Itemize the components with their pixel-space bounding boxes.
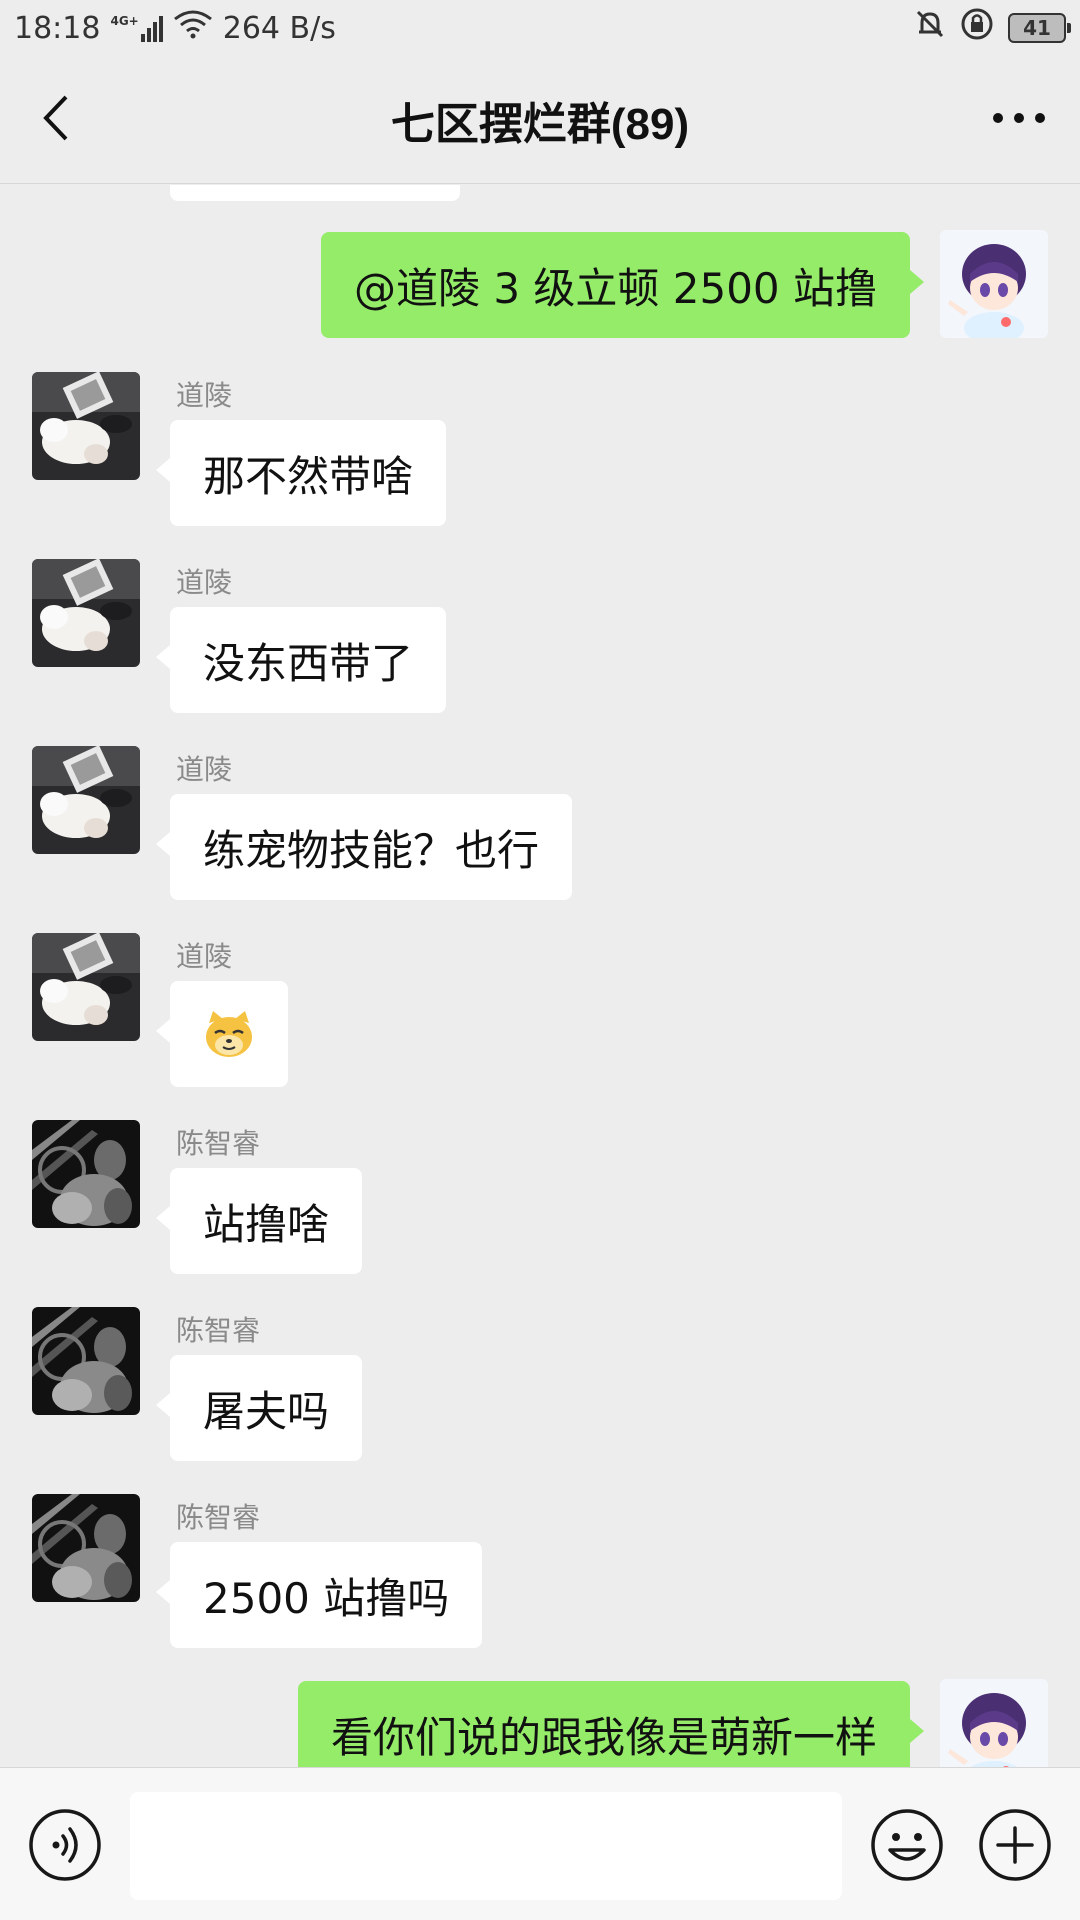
message-text: 那不然带啥 [203, 451, 414, 501]
chat-title: 七区摆烂群(89) [390, 99, 690, 149]
message-bubble[interactable]: 那不然带啥 [155, 420, 447, 526]
message-row: 陈智睿 屠夫吗 [0, 1305, 1080, 1465]
sender-name: 陈智睿 [176, 1127, 261, 1160]
message-text: 看你们说的跟我像是萌新一样 [330, 1712, 877, 1762]
message-text: 站撸啥 [203, 1199, 330, 1249]
voice-icon [29, 1809, 101, 1881]
message-bubble[interactable]: 没东西带了 [155, 607, 447, 713]
avatar-chenzhirui[interactable] [32, 1120, 140, 1228]
avatar-chenzhirui[interactable] [32, 1494, 140, 1602]
message-text: 屠夫吗 [203, 1386, 330, 1436]
input-bar [0, 1767, 1080, 1920]
emoji-button[interactable] [870, 1808, 944, 1882]
rotation-lock-icon [960, 7, 994, 49]
sender-name: 道陵 [176, 566, 233, 599]
message-input[interactable] [130, 1792, 842, 1900]
message-bubble-partial [170, 185, 460, 201]
avatar-daoling[interactable] [32, 372, 140, 480]
sender-name: 道陵 [176, 379, 233, 412]
network-icon: 4G+ [110, 14, 163, 42]
mute-bell-icon [914, 8, 946, 48]
message-bubble[interactable]: @道陵 3 级立顿 2500 站撸 [320, 232, 925, 338]
message-bubble[interactable]: 看你们说的跟我像是萌新一样 [297, 1681, 925, 1767]
chevron-left-icon [43, 95, 68, 141]
message-text: @道陵 3 级立顿 2500 站撸 [353, 263, 877, 313]
network-type: 4G+ [110, 14, 139, 28]
network-speed: 264 B/s [222, 10, 336, 46]
plus-icon [979, 1809, 1051, 1881]
battery-icon: 41 [1008, 13, 1071, 43]
avatar-self[interactable] [940, 230, 1048, 338]
doge-emoji-icon [206, 1011, 252, 1057]
message-row: 道陵 练宠物技能？也行 [0, 744, 1080, 904]
message-row: 看你们说的跟我像是萌新一样 [0, 1679, 1080, 1767]
avatar-chenzhirui[interactable] [32, 1307, 140, 1415]
emoji-icon [871, 1809, 943, 1881]
message-row: 道陵 [0, 931, 1080, 1091]
message-bubble[interactable]: 2500 站撸吗 [155, 1542, 483, 1648]
status-bar: 18:18 4G+ 264 B/s 41 [0, 0, 1080, 56]
message-bubble[interactable]: 练宠物技能？也行 [155, 794, 573, 900]
avatar-self[interactable] [940, 1679, 1048, 1767]
avatar-daoling[interactable] [32, 746, 140, 854]
message-row: 陈智睿 2500 站撸吗 [0, 1492, 1080, 1652]
message-row: 道陵 那不然带啥 [0, 370, 1080, 530]
message-row: @道陵 3 级立顿 2500 站撸 [0, 230, 1080, 340]
wifi-icon [173, 9, 213, 47]
message-text: 没东西带了 [203, 638, 414, 688]
message-bubble[interactable]: 站撸啥 [155, 1168, 363, 1274]
voice-button[interactable] [28, 1808, 102, 1882]
sender-name: 道陵 [176, 940, 233, 973]
message-row: 陈智睿 站撸啥 [0, 1118, 1080, 1278]
chat-header: 七区摆烂群(89) [0, 56, 1080, 184]
chat-area[interactable]: @道陵 3 级立顿 2500 站撸 道陵 那不然带啥 道陵 没东西带了 道陵 练… [0, 185, 1080, 1767]
more-button[interactable] [984, 90, 1054, 146]
back-button[interactable] [28, 90, 84, 146]
message-bubble[interactable]: 屠夫吗 [155, 1355, 363, 1461]
plus-button[interactable] [978, 1808, 1052, 1882]
sender-name: 道陵 [176, 753, 233, 786]
message-row: 道陵 没东西带了 [0, 557, 1080, 717]
sender-name: 陈智睿 [176, 1314, 261, 1347]
message-text: 练宠物技能？也行 [203, 825, 540, 875]
avatar-daoling[interactable] [32, 933, 140, 1041]
sender-name: 陈智睿 [176, 1501, 261, 1534]
message-text: 2500 站撸吗 [203, 1573, 450, 1623]
message-bubble[interactable] [156, 981, 288, 1087]
more-dots-icon [993, 113, 1045, 123]
status-time: 18:18 [14, 10, 101, 46]
avatar-daoling[interactable] [32, 559, 140, 667]
battery-level: 41 [1023, 16, 1051, 40]
